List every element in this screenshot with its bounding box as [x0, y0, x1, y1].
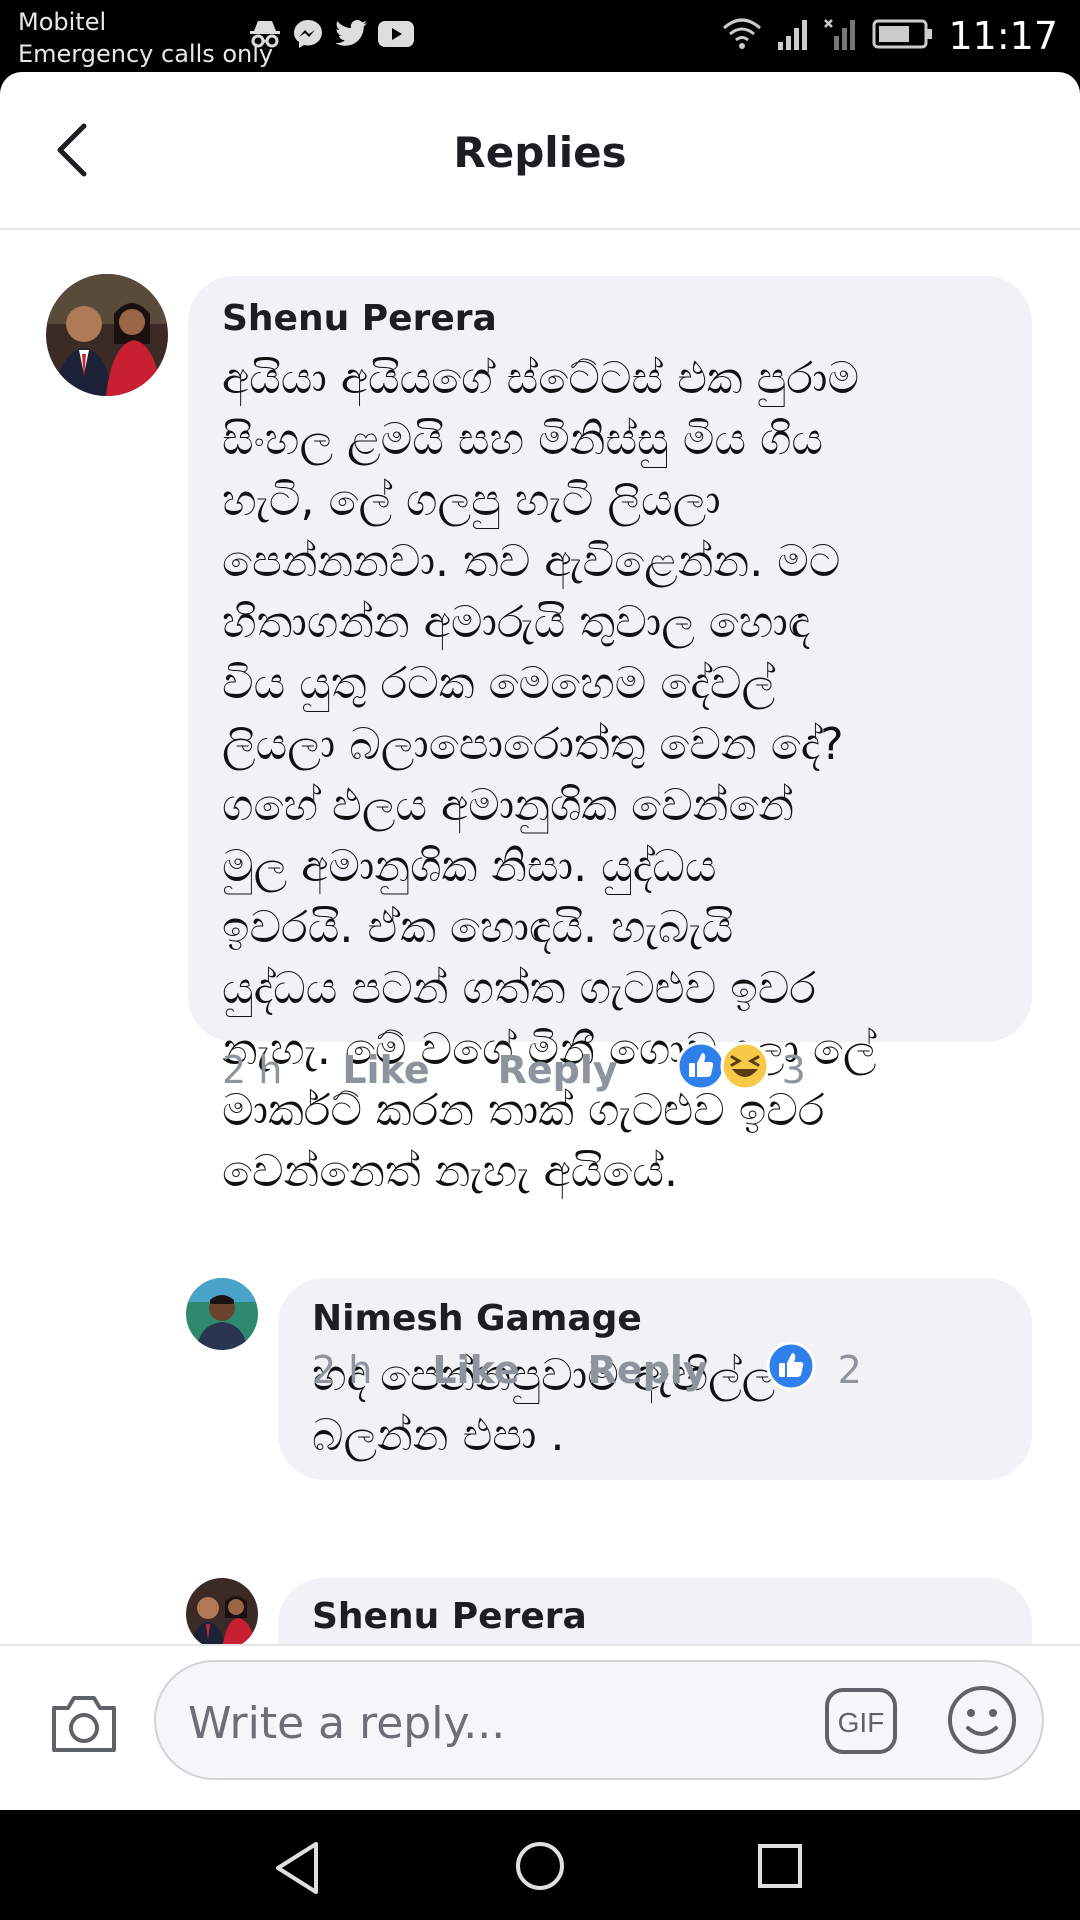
signal-icon: [776, 18, 810, 54]
like-reaction-icon: [766, 1341, 816, 1400]
avatar[interactable]: [186, 1578, 258, 1644]
emergency-label: Emergency calls only: [18, 40, 274, 68]
comment-actions: 2 h Like Reply 3: [222, 1041, 806, 1100]
reply-input[interactable]: Write a reply... GIF: [154, 1660, 1044, 1780]
comment-bubble[interactable]: Shenu Perera: [278, 1578, 1032, 1644]
home-nav-icon[interactable]: [514, 1840, 566, 1896]
comment-author[interactable]: Nimesh Gamage: [312, 1298, 642, 1339]
youtube-icon: [378, 21, 414, 51]
reaction-count: 3: [781, 1048, 806, 1092]
wifi-icon: [722, 18, 762, 54]
comment-actions: 2 h Like Reply 2: [312, 1341, 862, 1400]
reply-composer: Write a reply... GIF: [0, 1644, 1080, 1810]
camera-icon[interactable]: [48, 1692, 120, 1760]
battery-icon: [872, 19, 934, 53]
replies-sheet: Replies Shenu Perera අයියා අයියගේ ස්ටේටස…: [0, 72, 1080, 1810]
svg-text:GIF: GIF: [838, 1707, 885, 1738]
clock: 11:17: [948, 14, 1058, 58]
navigation-bar: [0, 1810, 1080, 1920]
comment-time: 2 h: [312, 1348, 373, 1392]
header: Replies: [0, 72, 1080, 230]
emoji-icon[interactable]: [946, 1684, 1018, 1760]
back-nav-icon[interactable]: [272, 1840, 322, 1900]
like-button[interactable]: Like: [342, 1048, 429, 1092]
notification-icons: [248, 18, 414, 54]
reply-placeholder: Write a reply...: [188, 1698, 506, 1749]
comment-time: 2 h: [222, 1048, 283, 1092]
avatar[interactable]: [186, 1278, 258, 1350]
incognito-icon: [248, 19, 282, 53]
signal-no-sim-icon: [824, 18, 858, 54]
comment-author[interactable]: Shenu Perera: [222, 298, 497, 339]
like-button[interactable]: Like: [432, 1348, 519, 1392]
messenger-icon: [292, 18, 324, 54]
haha-reaction-icon: [720, 1041, 770, 1100]
comment-author[interactable]: Shenu Perera: [312, 1596, 587, 1637]
reactions-summary[interactable]: 2: [766, 1341, 862, 1400]
system-icons: 11:17: [722, 14, 1058, 58]
replies-list[interactable]: Shenu Perera අයියා අයියගේ ස්ටේටස් එක පුර…: [0, 230, 1080, 1644]
reply-button[interactable]: Reply: [588, 1348, 708, 1392]
page-title: Replies: [453, 128, 627, 177]
carrier-name: Mobitel: [18, 8, 107, 36]
like-reaction-icon: [676, 1041, 726, 1100]
recents-nav-icon[interactable]: [756, 1842, 804, 1894]
avatar[interactable]: [46, 274, 168, 396]
status-bar: Mobitel Emergency calls only 11:17: [0, 0, 1080, 72]
carrier-info: Mobitel Emergency calls only: [18, 6, 273, 70]
twitter-icon: [334, 20, 368, 52]
reaction-count: 2: [837, 1348, 862, 1392]
reactions-summary[interactable]: 3: [676, 1041, 806, 1100]
reply-button[interactable]: Reply: [498, 1048, 618, 1092]
comment-bubble[interactable]: Shenu Perera අයියා අයියගේ ස්ටේටස් එක පුර…: [188, 276, 1032, 1197]
gif-icon[interactable]: GIF: [824, 1687, 898, 1759]
